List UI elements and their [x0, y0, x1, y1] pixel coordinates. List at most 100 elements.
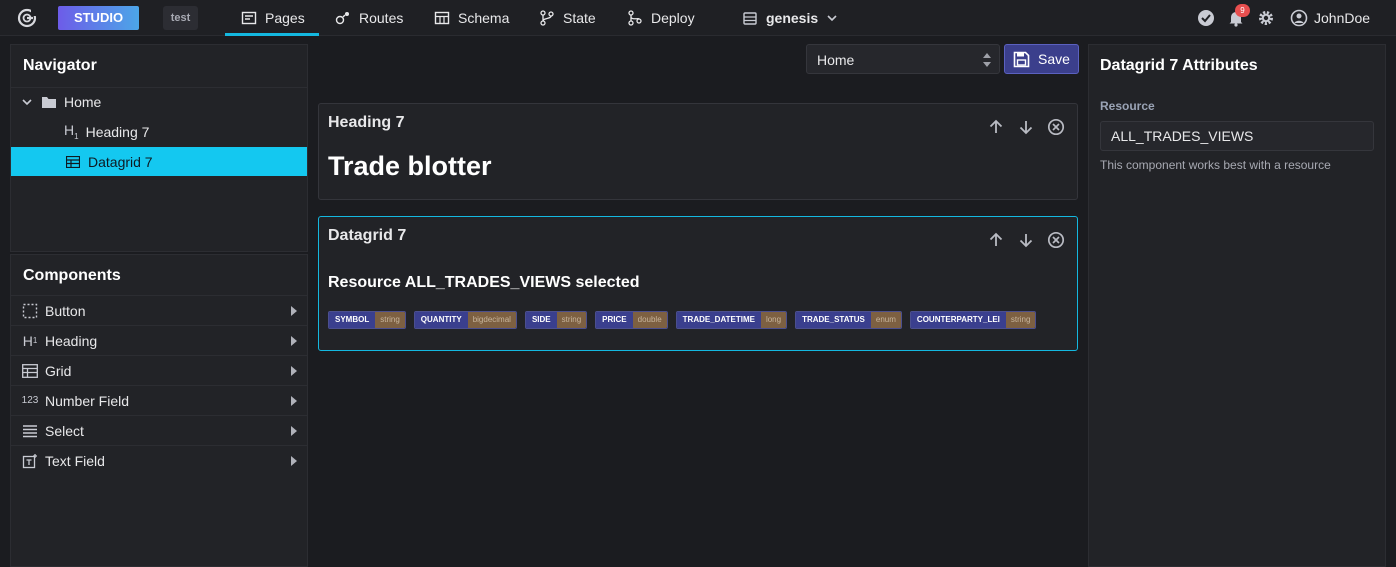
close-circle-icon[interactable] [1047, 231, 1065, 249]
tree-item-datagrid[interactable]: Datagrid 7 [11, 147, 307, 176]
component-label: Grid [45, 362, 72, 379]
component-grid[interactable]: Grid [11, 355, 307, 385]
tree-item-label: Datagrid 7 [88, 153, 153, 170]
resource-hint: This component works best with a resourc… [1100, 158, 1331, 172]
field-name: COUNTERPARTY_LEI [910, 312, 1006, 328]
tab-label: Routes [359, 10, 404, 26]
tab-label: Pages [265, 10, 305, 26]
tree-item-home[interactable]: Home [11, 87, 307, 116]
field-type: enum [870, 312, 901, 328]
arrow-up-icon[interactable] [987, 231, 1005, 249]
heading-preview-text: Trade blotter [328, 151, 492, 181]
tree-item-heading[interactable]: H1 Heading 7 [11, 117, 307, 146]
field-type: string [375, 312, 405, 328]
deploy-icon [628, 10, 642, 26]
routes-icon [335, 12, 349, 25]
resource-label: Resource [1100, 99, 1155, 113]
component-button[interactable]: Button [11, 295, 307, 325]
check-circle-icon[interactable] [1197, 9, 1215, 27]
field-chip: PRICE double [595, 311, 668, 329]
field-chip: TRADE_DATETIME long [675, 311, 788, 329]
resource-selected-text: Resource ALL_TRADES_VIEWS selected [328, 274, 640, 291]
tab-pages[interactable]: Pages [225, 0, 319, 36]
user-name[interactable]: JohnDoe [1314, 0, 1370, 36]
field-name: TRADE_STATUS [796, 312, 871, 328]
field-type: double [632, 312, 667, 328]
card-title: Datagrid 7 [328, 227, 407, 244]
text-field-icon [21, 452, 39, 470]
chevron-down-icon [827, 15, 837, 22]
close-circle-icon[interactable] [1047, 118, 1065, 136]
field-name: SIDE [525, 312, 557, 328]
button-icon [21, 302, 39, 320]
caret-right-icon [291, 426, 297, 436]
heading-icon: H1 [22, 332, 38, 349]
resource-input[interactable]: ALL_TRADES_VIEWS [1100, 121, 1374, 151]
field-chip: COUNTERPARTY_LEI string [909, 311, 1037, 329]
project-name: genesis [766, 10, 819, 26]
tree-item-label: Heading 7 [85, 123, 150, 140]
select-arrows-icon [983, 53, 991, 67]
tab-routes[interactable]: Routes [335, 0, 403, 36]
field-chips: SYMBOL string QUANTITY bigdecimal SIDE stri… [328, 311, 1037, 329]
tab-label: Schema [458, 10, 510, 26]
arrow-down-icon[interactable] [1017, 118, 1035, 136]
field-chip: QUANTITY bigdecimal [413, 311, 517, 329]
save-icon [1013, 51, 1030, 67]
folder-icon [42, 96, 56, 108]
attributes-title: Datagrid 7 Attributes [1100, 57, 1258, 74]
field-type: string [1005, 312, 1036, 328]
card-actions [987, 231, 1065, 249]
top-bar: STUDIO test Pages Routes Schema State De… [0, 0, 1396, 36]
arrow-down-icon[interactable] [1017, 231, 1035, 249]
page-select[interactable]: Home [806, 44, 1000, 74]
tab-deploy[interactable]: Deploy [627, 0, 695, 36]
field-name: QUANTITY [414, 312, 468, 328]
field-chip: SIDE string [524, 311, 588, 329]
component-select[interactable]: Select [11, 415, 307, 445]
caret-right-icon [291, 336, 297, 346]
field-type: bigdecimal [467, 312, 516, 328]
environment-badge: test [163, 6, 198, 30]
notification-count-badge: 9 [1235, 4, 1250, 17]
pages-icon [241, 11, 257, 25]
heading-icon: H1 [64, 122, 79, 141]
field-chip: TRADE_STATUS enum [795, 311, 902, 329]
components-title: Components [23, 267, 121, 284]
card-actions [987, 118, 1065, 136]
datagrid-card[interactable]: Datagrid 7 Resource ALL_TRADES_VIEWS sel… [318, 216, 1078, 351]
component-label: Select [45, 422, 84, 439]
navigator-panel: Navigator Home H1 Heading 7 Datagrid 7 [10, 44, 308, 252]
grid-icon [66, 155, 80, 168]
field-name: TRADE_DATETIME [676, 312, 761, 328]
arrow-up-icon[interactable] [987, 118, 1005, 136]
schema-icon [434, 11, 450, 25]
genesis-logo-icon[interactable] [16, 7, 38, 29]
tab-schema[interactable]: Schema [434, 0, 509, 36]
heading-card[interactable]: Heading 7 Trade blotter [318, 103, 1078, 200]
component-label: Heading [45, 332, 98, 349]
component-text-field[interactable]: Text Field [11, 445, 307, 475]
tree-item-label: Home [64, 93, 102, 110]
tab-label: State [563, 10, 596, 26]
caret-right-icon [291, 396, 297, 406]
chevron-down-icon[interactable] [21, 96, 33, 108]
number-icon: 123 [21, 395, 39, 406]
card-title: Heading 7 [328, 114, 405, 131]
caret-right-icon [291, 456, 297, 466]
select-icon [21, 422, 39, 440]
gear-icon[interactable] [1257, 9, 1275, 27]
component-label: Number Field [45, 392, 130, 409]
caret-right-icon [291, 306, 297, 316]
component-heading[interactable]: H1 Heading [11, 325, 307, 355]
save-button[interactable]: Save [1004, 44, 1079, 74]
grid-icon [21, 362, 39, 380]
navigator-title: Navigator [23, 57, 97, 74]
field-type: long [760, 312, 787, 328]
field-name: PRICE [596, 312, 633, 328]
field-name: SYMBOL [329, 312, 376, 328]
user-avatar-icon[interactable] [1290, 9, 1308, 27]
component-number-field[interactable]: 123 Number Field [11, 385, 307, 415]
project-selector[interactable]: genesis [742, 0, 838, 36]
tab-state[interactable]: State [539, 0, 596, 36]
